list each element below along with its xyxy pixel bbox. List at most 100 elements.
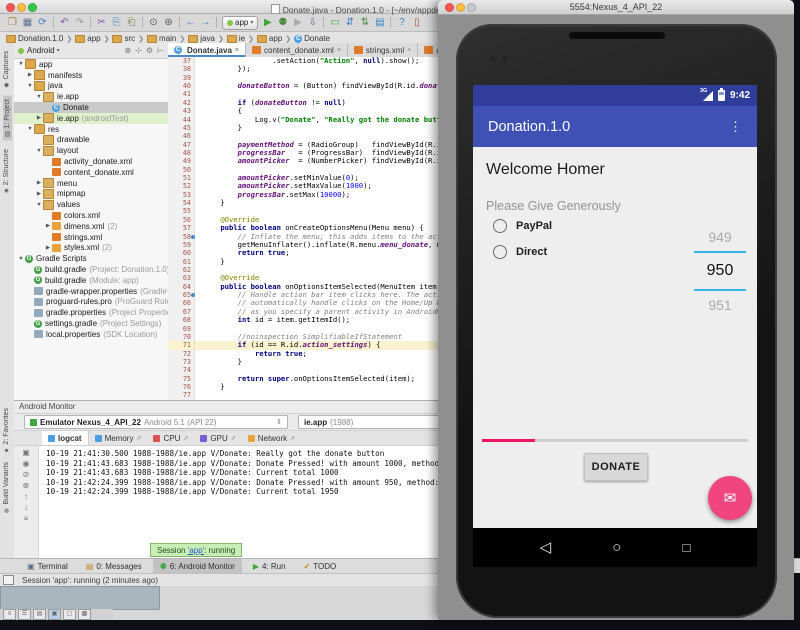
close-window-button[interactable] — [6, 3, 15, 12]
logcat-tool-icon[interactable]: ≡ — [24, 514, 29, 523]
toolwindow-terminal[interactable]: ▣Terminal — [20, 559, 75, 573]
close-window-button[interactable] — [445, 3, 454, 12]
debug-icon[interactable]: ⚉ — [275, 15, 290, 31]
sync-icon[interactable]: ⟳ — [35, 15, 50, 31]
tree-item[interactable]: gradle-wrapper.properties(Gradle — [14, 286, 168, 297]
tree-item[interactable]: ▶mipmap — [14, 189, 168, 200]
minimize-window-button[interactable] — [17, 3, 26, 12]
redo-icon[interactable]: ↷ — [72, 15, 87, 31]
breadcrumb-item[interactable]: ie❯ — [227, 34, 257, 43]
logcat-tool-icon[interactable]: ⊘ — [23, 470, 30, 479]
view-mode-icon[interactable]: ≡ — [3, 609, 16, 620]
panel-header-icon[interactable]: ⊢ — [157, 46, 164, 55]
forward-icon[interactable]: → — [198, 15, 213, 31]
logcat-tool-icon[interactable]: ↓ — [24, 503, 28, 512]
zoom-window-button[interactable] — [28, 3, 37, 12]
gutter-marker-icon[interactable] — [191, 235, 195, 239]
tree-item[interactable]: strings.xml — [14, 232, 168, 243]
zoom-window-button[interactable] — [467, 3, 476, 12]
sidebar-item-2-favorites[interactable]: ★ 2: Favorites — [3, 408, 10, 454]
picker-value-below[interactable]: 951 — [694, 297, 746, 313]
radio-paypal[interactable]: PayPal — [493, 219, 552, 233]
tree-item[interactable]: ▶ie.app(androidTest) — [14, 113, 168, 124]
toolwindow-0-messages[interactable]: ▤0: Messages — [79, 559, 149, 573]
view-mode-icon[interactable]: ▩ — [78, 609, 91, 620]
tree-item[interactable]: ▶dimens.xml(2) — [14, 221, 168, 232]
back-icon[interactable]: ← — [183, 15, 198, 31]
sync-project-icon[interactable]: ⇅ — [357, 15, 372, 31]
tree-item[interactable]: content_donate.xml — [14, 167, 168, 178]
radio-circle-icon[interactable] — [493, 245, 507, 259]
help-icon[interactable]: ? — [394, 15, 409, 31]
sidebar-item-1-project[interactable]: ▤ 1: Project — [3, 96, 12, 141]
sidebar-item-build-variants[interactable]: ⚙ Build Variants — [3, 462, 10, 514]
sidebar-item-2-structure[interactable]: ◈ 2: Structure — [3, 149, 10, 194]
run-icon[interactable]: ▶ — [260, 15, 275, 31]
tree-item[interactable]: activity_donate.xml — [14, 156, 168, 167]
process-selector[interactable]: ie.app(1988) — [298, 415, 440, 429]
tree-item[interactable]: drawable — [14, 135, 168, 146]
search-replace-icon[interactable]: ⊛ — [161, 15, 176, 31]
breadcrumb-item[interactable]: CDonate — [294, 34, 330, 43]
toolwindow-todo[interactable]: ✔TODO — [297, 559, 344, 573]
tree-item[interactable]: CDonate — [14, 102, 168, 113]
monitor-tab-cpu[interactable]: CPU⇗ — [147, 431, 194, 445]
panel-header-icon[interactable]: ⊗ — [124, 46, 131, 55]
breadcrumb-item[interactable]: java❯ — [188, 34, 227, 43]
logcat-tool-icon[interactable]: ▣ — [22, 448, 30, 457]
close-icon[interactable]: × — [235, 47, 239, 54]
device-monitor-icon[interactable]: ▯ — [409, 15, 424, 31]
close-icon[interactable]: × — [337, 47, 341, 54]
gutter-marker-icon[interactable] — [191, 293, 195, 297]
monitor-tab-memory[interactable]: Memory⇗ — [89, 431, 148, 445]
run-config-selector[interactable]: app▾ — [222, 16, 258, 30]
home-button[interactable]: ○ — [612, 528, 621, 567]
tree-item[interactable]: Gbuild.gradle(Project: Donation.1.0) — [14, 264, 168, 275]
monitor-tab-gpu[interactable]: GPU⇗ — [194, 431, 241, 445]
open-folder-icon[interactable]: ❐ — [5, 15, 20, 31]
breadcrumb-item[interactable]: app❯ — [257, 34, 294, 43]
project-view-selector[interactable]: Android — [27, 46, 55, 55]
tree-item[interactable]: ▼java — [14, 81, 168, 92]
tree-item[interactable]: Gsettings.gradle(Project Settings) — [14, 318, 168, 329]
copy-icon[interactable]: ⎘ — [109, 15, 124, 31]
tree-item[interactable]: ▼GGradle Scripts — [14, 253, 168, 264]
recents-button[interactable]: □ — [683, 528, 691, 567]
tree-item[interactable]: ▼values — [14, 199, 168, 210]
logcat-tool-icon[interactable]: ⊗ — [23, 481, 30, 490]
breadcrumb-item[interactable]: app❯ — [75, 34, 112, 43]
sdk-manager-icon[interactable]: ⇵ — [342, 15, 357, 31]
panel-header-icon[interactable]: ⊹ — [135, 46, 142, 55]
breadcrumb-item[interactable]: Donation.1.0❯ — [6, 34, 75, 43]
cut-icon[interactable]: ✂ — [94, 15, 109, 31]
tree-item[interactable]: colors.xml — [14, 210, 168, 221]
logcat-tool-icon[interactable]: ◉ — [23, 459, 30, 468]
minimize-window-button[interactable] — [456, 3, 465, 12]
overflow-menu-icon[interactable]: ⋮ — [729, 119, 742, 135]
donate-button[interactable]: DONATE — [584, 453, 648, 481]
radio-direct[interactable]: Direct — [493, 245, 547, 259]
monitor-tab-network[interactable]: Network⇗ — [242, 431, 301, 445]
picker-value-above[interactable]: 949 — [694, 229, 746, 245]
attach-debugger-icon[interactable]: ⇩ — [305, 15, 320, 31]
panel-header-icon[interactable]: ⚙ — [146, 46, 153, 55]
amount-picker[interactable]: 949 950 951 — [694, 229, 746, 313]
tab-strings-xml[interactable]: strings.xml× — [348, 43, 418, 57]
radio-circle-icon[interactable] — [493, 219, 507, 233]
logcat-tool-icon[interactable]: ↑ — [24, 492, 28, 501]
search-icon[interactable]: ⊙ — [146, 15, 161, 31]
back-button[interactable]: ◁ — [540, 528, 552, 567]
breadcrumb-item[interactable]: src❯ — [112, 34, 147, 43]
toolwindow-4-run[interactable]: ▶4: Run — [246, 559, 293, 573]
view-mode-icon[interactable]: ☰ — [18, 609, 31, 620]
tree-item[interactable]: ▼layout — [14, 145, 168, 156]
tree-item[interactable]: gradle.properties(Project Propertie — [14, 307, 168, 318]
toggle-margins-icon[interactable] — [3, 575, 14, 585]
view-mode-icon[interactable]: ▣ — [48, 609, 61, 620]
tree-item[interactable]: ▶menu — [14, 178, 168, 189]
project-structure-icon[interactable]: ▤ — [372, 15, 387, 31]
undo-icon[interactable]: ↶ — [57, 15, 72, 31]
tree-item[interactable]: proguard-rules.pro(ProGuard Rule — [14, 297, 168, 308]
save-icon[interactable]: ▦ — [20, 15, 35, 31]
avd-manager-icon[interactable]: ▭ — [327, 15, 342, 31]
